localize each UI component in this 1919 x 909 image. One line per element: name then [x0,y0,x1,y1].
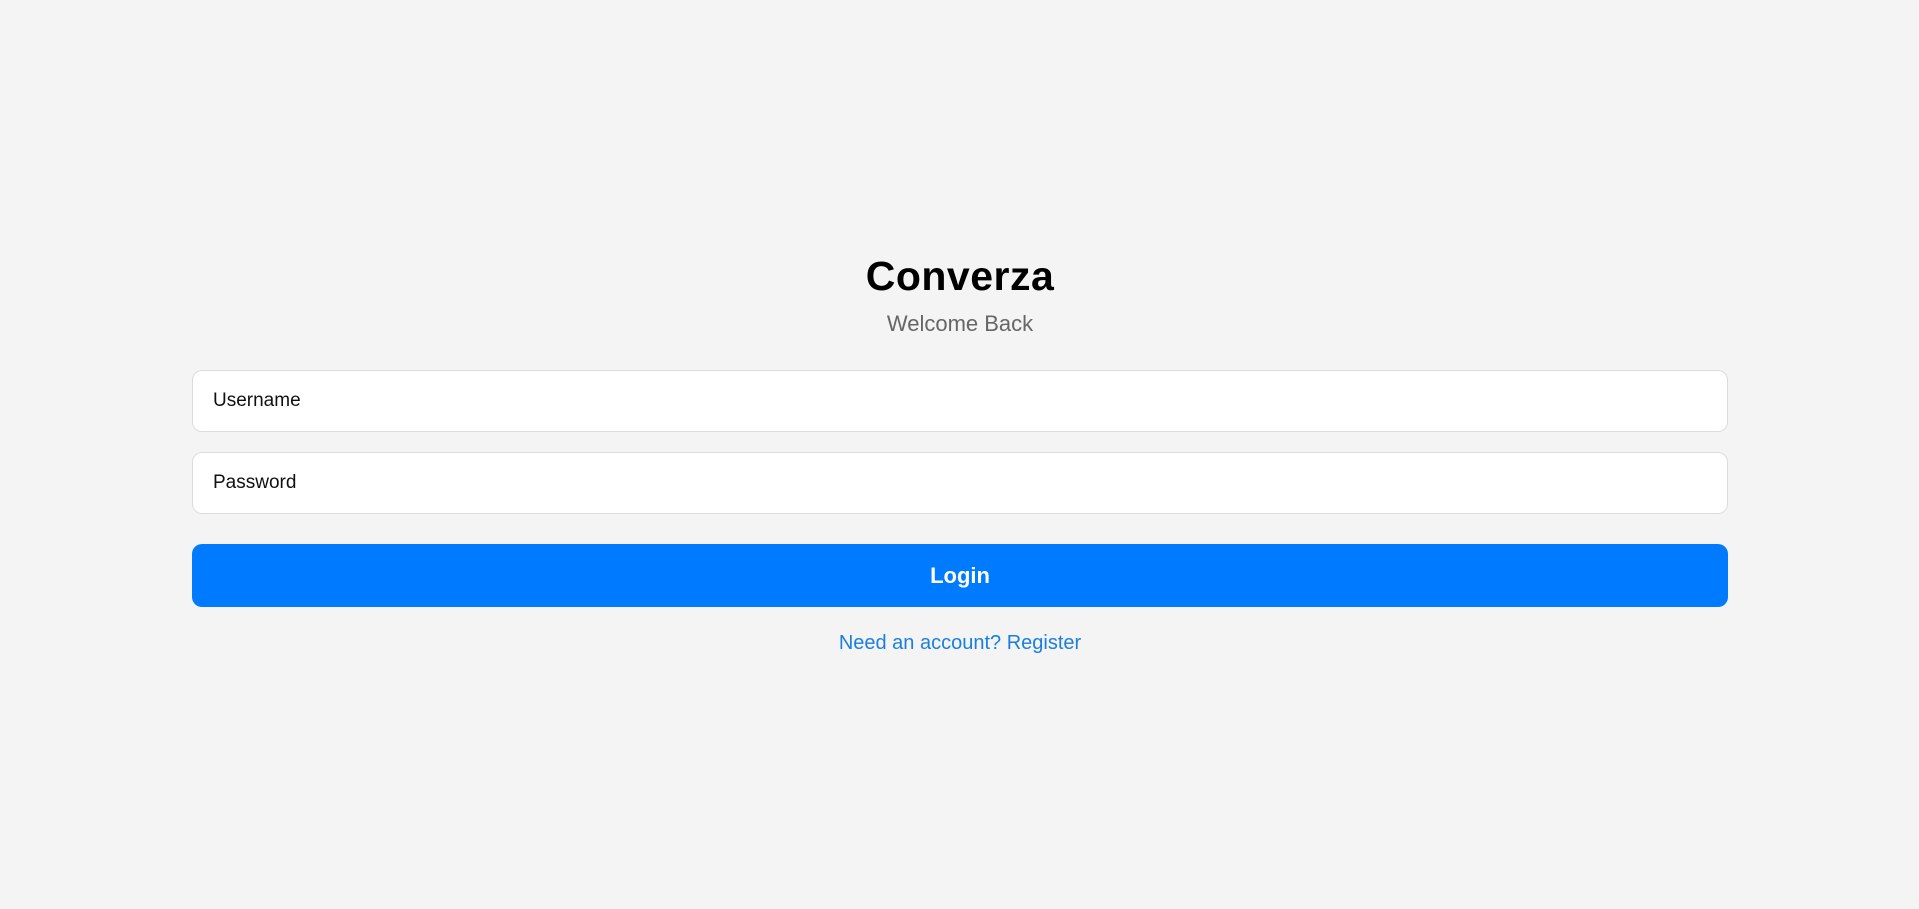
password-input[interactable] [192,452,1728,514]
register-link[interactable]: Need an account? Register [839,630,1081,656]
welcome-subtitle: Welcome Back [886,311,1034,336]
username-input[interactable] [192,370,1728,432]
login-button[interactable]: Login [192,544,1728,607]
app-title: Converza [865,253,1055,299]
login-form: Login [192,370,1728,607]
login-container: Converza Welcome Back Login Need an acco… [192,250,1728,656]
